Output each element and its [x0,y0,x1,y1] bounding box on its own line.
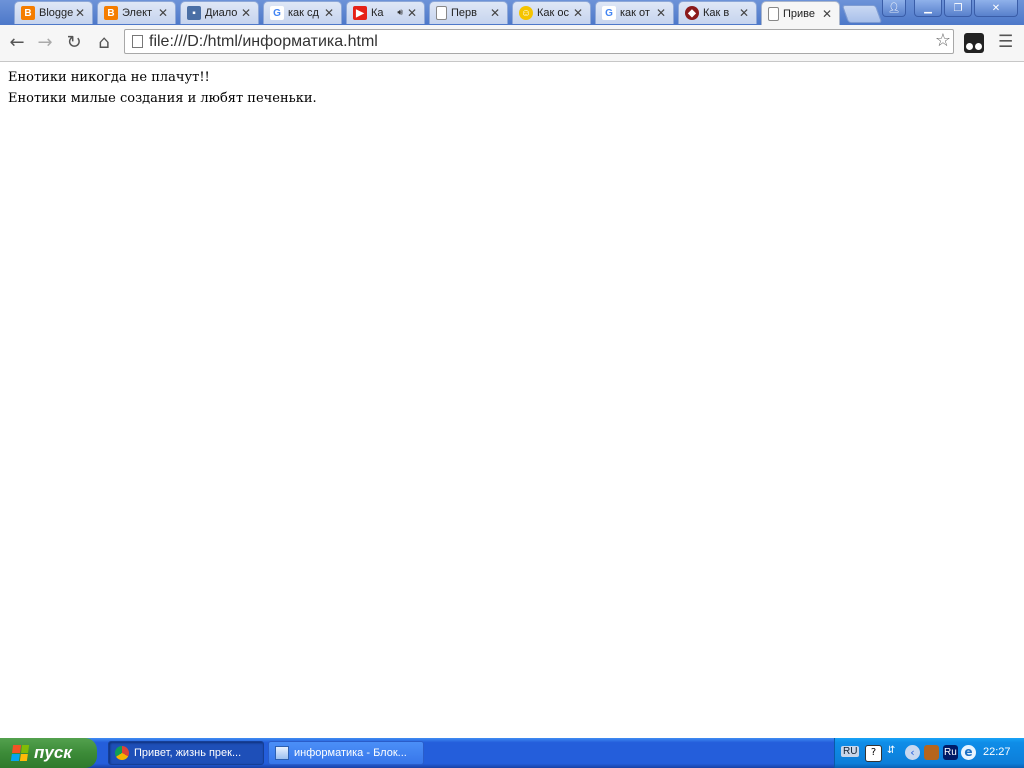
url-text: file:///D:/html/информатика.html [149,33,378,50]
text-line: Енотики милые создания и любят печеньки. [8,91,317,106]
text-line: Енотики никогда не плачут!! [8,70,210,85]
page-icon [436,6,447,20]
clock[interactable]: 22:27 [983,746,1011,758]
browser-toolbar: ← → ↻ ⌂ file:///D:/html/информатика.html… [0,25,1024,62]
tab[interactable]: Gкак от ✕ [595,1,674,24]
taskbar-button-label: информатика - Блок... [294,747,407,759]
language-indicator[interactable]: RU [841,746,860,757]
restore-button[interactable]: ❐ [944,0,972,17]
close-icon[interactable]: ✕ [571,6,585,20]
taskbar-button-chrome[interactable]: Привет, жизнь прек... [108,741,264,765]
address-bar[interactable]: file:///D:/html/информатика.html ☆ [124,29,954,54]
start-label: пуск [34,743,72,762]
close-icon[interactable]: ✕ [488,6,502,20]
window-controls: 👤︎ ▁ ❐ ✕ [880,0,1018,17]
network-icon[interactable]: ⇵ [887,745,902,760]
new-tab-button[interactable] [841,5,883,23]
tab-title: как от [620,7,650,19]
close-icon[interactable]: ✕ [239,6,253,20]
minimize-button[interactable]: ▁ [914,0,942,17]
close-icon[interactable]: ✕ [73,6,87,20]
smiley-icon: ☺ [519,6,533,20]
tab-title: как сд [288,7,319,19]
tab-title: Перв [451,7,477,19]
close-icon[interactable]: ✕ [820,7,834,21]
blogger-icon: B [104,6,118,20]
close-window-button[interactable]: ✕ [974,0,1018,17]
blogger-icon: B [21,6,35,20]
app-tray-icon[interactable] [924,745,939,760]
tab[interactable]: Перв ✕ [429,1,508,24]
taskbar-button-label: Привет, жизнь прек... [134,747,242,759]
page-icon [132,35,143,48]
close-icon[interactable]: ✕ [156,6,170,20]
notepad-icon [275,746,289,760]
chat-icon: ▪ [187,6,201,20]
taskbar: пуск Привет, жизнь прек... информатика -… [0,738,1024,768]
tab-active[interactable]: Приве ✕ [761,1,840,25]
extension-icon[interactable] [964,33,984,53]
speaker-icon: 🔊︎ [397,8,403,18]
tab-title: Диало [205,7,238,19]
tab[interactable]: B Элект ✕ [97,1,176,24]
youtube-icon: ▶ [353,6,367,20]
site-icon: ◆ [685,6,699,20]
close-icon[interactable]: ✕ [654,6,668,20]
page-content: Енотики никогда не плачут!! Енотики милы… [0,62,1024,738]
tab-title: Как ос [537,7,570,19]
start-button[interactable]: пуск [0,738,97,768]
help-icon[interactable]: ? [865,745,882,762]
user-icon[interactable]: 👤︎ [882,0,906,17]
tab[interactable]: Gкак сд ✕ [263,1,342,24]
tab-title: Ка [371,7,384,19]
tab[interactable]: ▪ Диало ✕ [180,1,259,24]
forward-icon[interactable]: → [34,32,56,54]
menu-icon[interactable]: ☰ [998,32,1013,52]
tab[interactable]: ☺ Как ос ✕ [512,1,591,24]
close-icon[interactable]: ✕ [737,6,751,20]
system-tray: RU ? ⇵ ‹ Ru e 22:27 [834,738,1024,768]
screen: B Blogge ✕ B Элект ✕ ▪ Диало ✕ Gкак сд ✕ ▶ Ка 🔊︎ ✕… [0,0,1024,768]
back-icon[interactable]: ← [6,32,28,54]
show-hidden-icons-icon[interactable]: ‹ [905,745,920,760]
tab[interactable]: ◆ Как в ✕ [678,1,757,24]
windows-logo-icon [10,745,30,761]
chrome-icon [115,746,129,760]
ie-icon[interactable]: e [961,745,976,760]
tab[interactable]: B Blogge ✕ [14,1,93,24]
close-icon[interactable]: ✕ [322,6,336,20]
reload-icon[interactable]: ↻ [63,32,85,54]
page-icon [768,6,779,21]
bookmark-star-icon[interactable]: ☆ [935,30,951,51]
tab-title: Элект [122,7,153,19]
tab-title: Приве [783,7,816,20]
keyboard-layout-indicator[interactable]: Ru [943,745,958,760]
tab[interactable]: ▶ Ка 🔊︎ ✕ [346,1,425,24]
tab-list: B Blogge ✕ B Элект ✕ ▪ Диало ✕ Gкак сд ✕ ▶ Ка 🔊︎ ✕… [14,1,844,25]
home-icon[interactable]: ⌂ [93,32,115,54]
tab-strip: B Blogge ✕ B Элект ✕ ▪ Диало ✕ Gкак сд ✕ ▶ Ка 🔊︎ ✕… [0,0,1024,25]
tab-title: Blogge [39,7,73,19]
close-icon[interactable]: ✕ [405,6,419,20]
tab-title: Как в [703,7,730,19]
google-icon: G [270,6,284,20]
taskbar-button-notepad[interactable]: информатика - Блок... [268,741,424,765]
google-icon: G [602,6,616,20]
